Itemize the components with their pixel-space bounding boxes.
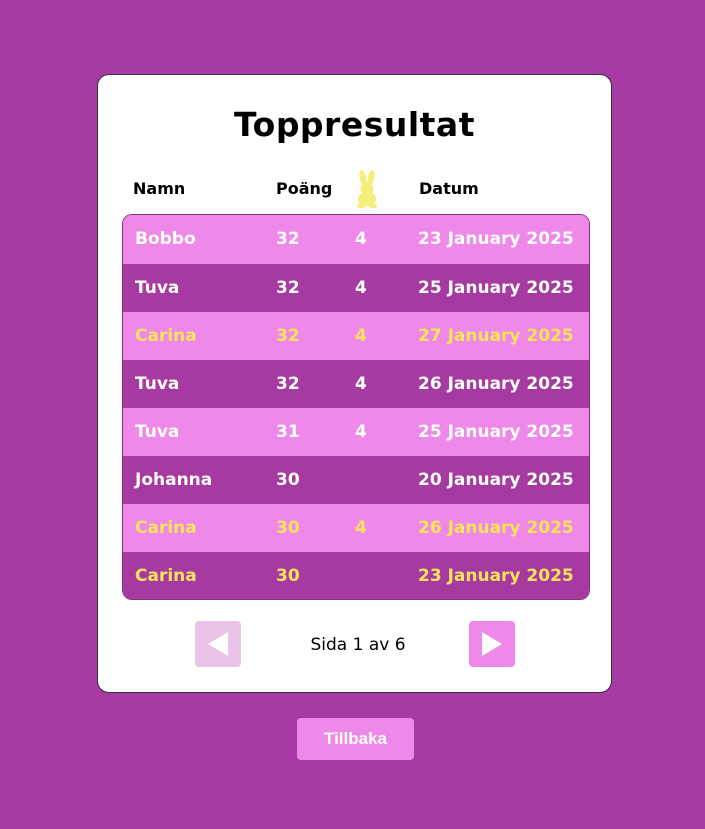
header-score: Poäng	[276, 179, 333, 198]
play-left-icon	[208, 632, 228, 656]
row-score: 30	[276, 566, 300, 586]
row-bunnies: 4	[355, 422, 367, 442]
row-bunnies: 4	[355, 326, 367, 346]
row-date: 25 January 2025	[418, 278, 574, 298]
row-name: Bobbo	[135, 229, 196, 249]
row-name: Carina	[135, 566, 197, 586]
table-row: Tuva 32 4 26 January 2025	[123, 360, 589, 408]
row-bunnies: 4	[355, 518, 367, 538]
header-name: Namn	[133, 179, 186, 198]
page-title: Toppresultat	[234, 105, 475, 144]
row-name: Tuva	[135, 422, 180, 442]
table-row: Carina 32 4 27 January 2025	[123, 312, 589, 360]
row-bunnies: 4	[355, 278, 367, 298]
highscore-card: Toppresultat Namn Poäng Datum Bobbo 32 4 23…	[97, 74, 612, 693]
row-score: 30	[276, 518, 300, 538]
row-date: 25 January 2025	[418, 422, 574, 442]
row-score: 30	[276, 470, 300, 490]
row-date: 20 January 2025	[418, 470, 574, 490]
header-date: Datum	[419, 179, 479, 198]
play-right-icon	[482, 632, 502, 656]
table-row: Carina 30 23 January 2025	[123, 552, 589, 599]
table-row: Johanna 30 20 January 2025	[123, 456, 589, 504]
row-score: 31	[276, 422, 300, 442]
row-date: 23 January 2025	[418, 229, 574, 249]
row-date: 26 January 2025	[418, 518, 574, 538]
row-date: 23 January 2025	[418, 566, 574, 586]
previous-page-button[interactable]	[195, 621, 241, 667]
row-name: Tuva	[135, 374, 180, 394]
table-row: Tuva 31 4 25 January 2025	[123, 408, 589, 456]
row-score: 32	[276, 326, 300, 346]
row-score: 32	[276, 374, 300, 394]
table-row: Bobbo 32 4 23 January 2025	[123, 215, 589, 264]
row-score: 32	[276, 278, 300, 298]
page-indicator: Sida 1 av 6	[310, 635, 406, 655]
row-name: Johanna	[135, 470, 213, 490]
row-name: Carina	[135, 518, 197, 538]
row-name: Carina	[135, 326, 197, 346]
table-row: Carina 30 4 26 January 2025	[123, 504, 589, 552]
table-row: Tuva 32 4 25 January 2025	[123, 264, 589, 312]
row-date: 27 January 2025	[418, 326, 574, 346]
row-score: 32	[276, 229, 300, 249]
row-bunnies: 4	[355, 229, 367, 249]
bunny-icon	[357, 170, 377, 209]
row-bunnies: 4	[355, 374, 367, 394]
back-button[interactable]: Tillbaka	[297, 718, 414, 760]
row-name: Tuva	[135, 278, 180, 298]
scores-table: Bobbo 32 4 23 January 2025 Tuva 32 4 25 January…	[122, 214, 590, 600]
row-date: 26 January 2025	[418, 374, 574, 394]
next-page-button[interactable]	[469, 621, 515, 667]
